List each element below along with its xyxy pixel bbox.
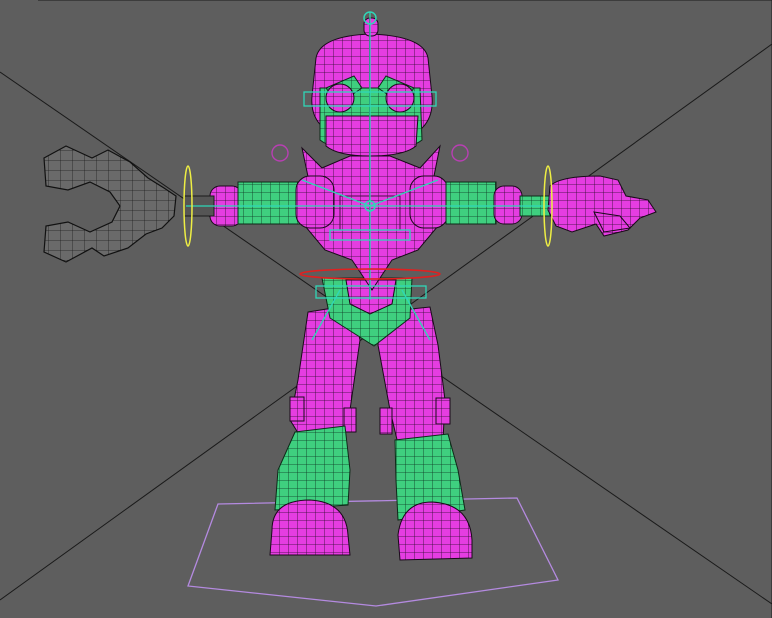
ground-control[interactable]	[187, 497, 559, 607]
head[interactable]	[311, 17, 433, 157]
right-leg[interactable]	[377, 306, 466, 521]
right-pole-vector[interactable]	[451, 144, 469, 162]
left-pole-vector[interactable]	[271, 144, 289, 162]
left-boot[interactable]	[269, 499, 351, 556]
3d-viewport[interactable]	[0, 0, 772, 618]
right-arm[interactable]	[409, 175, 555, 229]
claw-hand[interactable]	[43, 145, 177, 263]
left-leg[interactable]	[274, 304, 361, 511]
open-hand[interactable]	[547, 175, 657, 237]
